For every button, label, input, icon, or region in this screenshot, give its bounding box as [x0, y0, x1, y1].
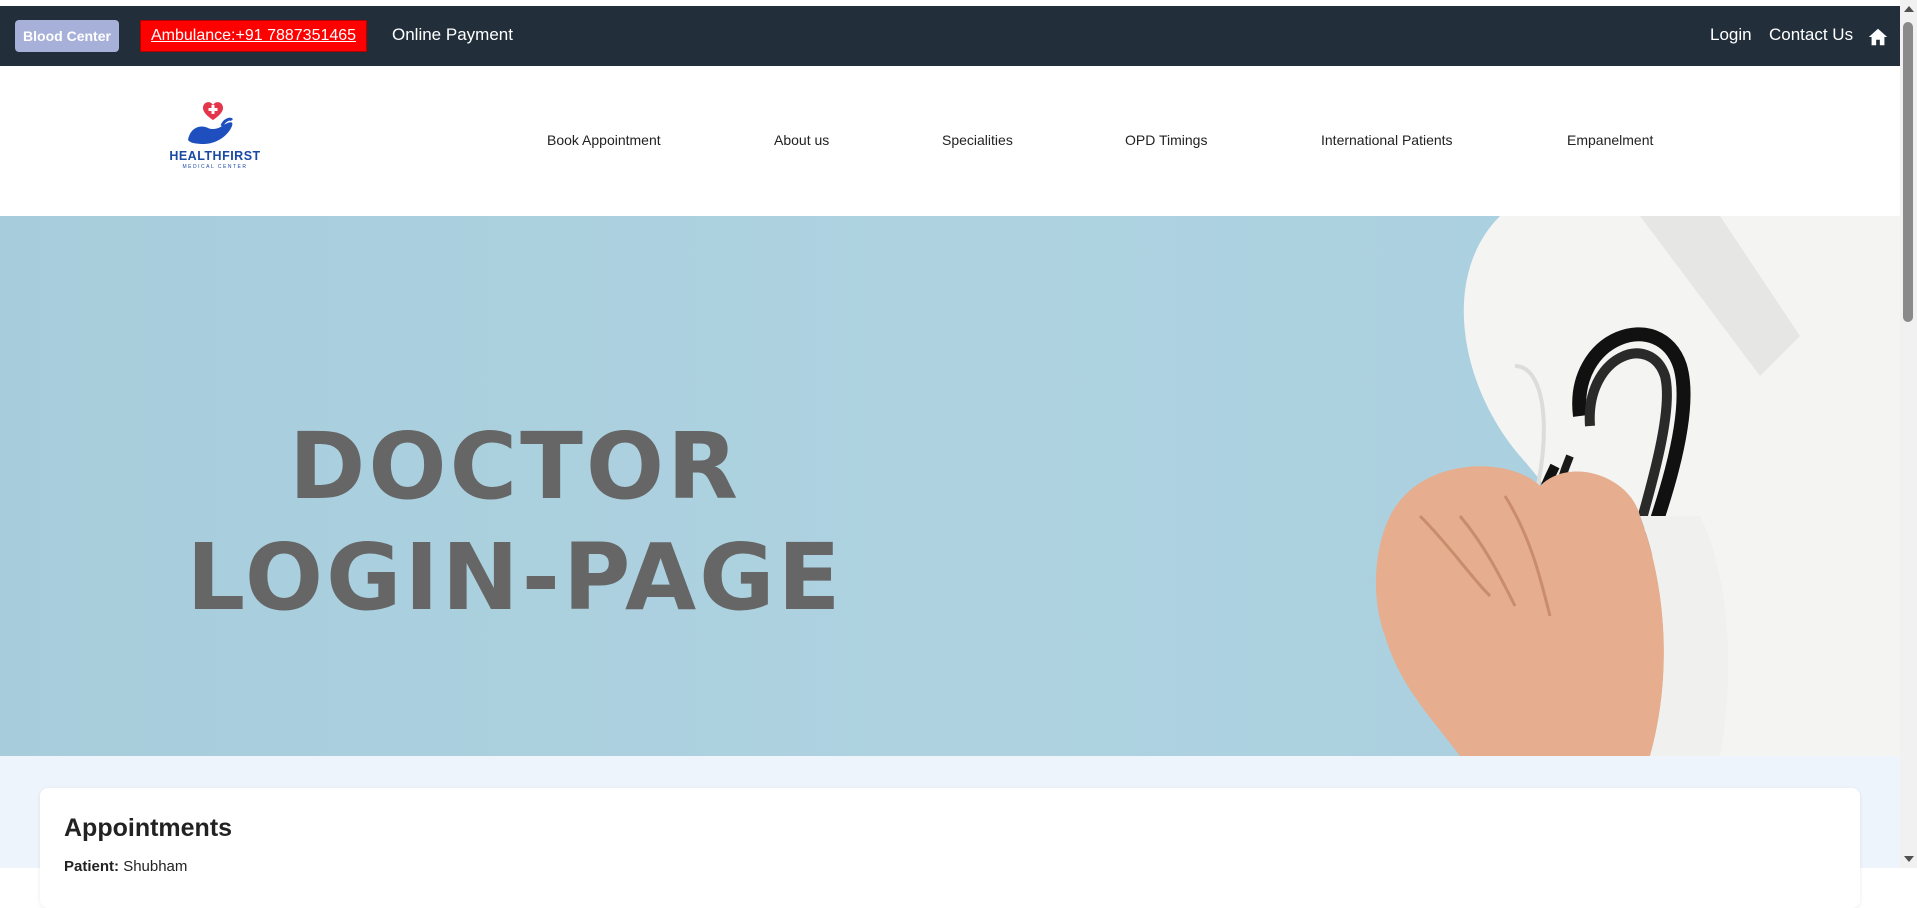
- scroll-up-arrow-icon[interactable]: [1904, 6, 1914, 12]
- appointments-title: Appointments: [64, 814, 233, 842]
- healthfirst-logo[interactable]: HEALTHFIRST MEDICAL CENTER: [160, 98, 270, 176]
- nav-book-appointment[interactable]: Book Appointment: [547, 132, 661, 148]
- vertical-scrollbar[interactable]: [1900, 0, 1917, 868]
- login-link[interactable]: Login: [1710, 25, 1752, 45]
- doctor-stethoscope-image: [1375, 216, 1900, 756]
- logo-name: HEALTHFIRST: [169, 149, 261, 163]
- patient-label: Patient:: [64, 858, 120, 875]
- ambulance-link[interactable]: Ambulance:+91 7887351465: [139, 20, 368, 52]
- hero-title-line1: DOCTOR: [289, 413, 741, 520]
- appointments-section: Appointments Patient: Shubham: [0, 756, 1900, 908]
- main-navbar: HEALTHFIRST MEDICAL CENTER Book Appointm…: [0, 66, 1900, 216]
- blood-center-button[interactable]: Blood Center: [15, 20, 119, 52]
- hero-title-line2: LOGIN-PAGE: [186, 524, 844, 631]
- hero-banner: DOCTOR LOGIN-PAGE: [0, 216, 1900, 756]
- nav-opd-timings[interactable]: OPD Timings: [1125, 132, 1207, 148]
- patient-row: Patient: Shubham: [64, 858, 187, 875]
- nav-empanelment[interactable]: Empanelment: [1567, 132, 1653, 148]
- logo-subtitle: MEDICAL CENTER: [182, 164, 248, 170]
- top-bar: Blood Center Ambulance:+91 7887351465 On…: [0, 6, 1900, 66]
- patient-value: Shubham: [123, 858, 188, 875]
- heart-hand-icon: [188, 102, 234, 144]
- nav-international-patients[interactable]: International Patients: [1321, 132, 1453, 148]
- scroll-down-arrow-icon[interactable]: [1904, 856, 1914, 862]
- appointments-card: Appointments Patient: Shubham: [40, 788, 1860, 908]
- home-icon[interactable]: [1867, 26, 1889, 48]
- scroll-thumb[interactable]: [1903, 22, 1913, 322]
- online-payment-link[interactable]: Online Payment: [392, 25, 513, 45]
- contact-us-link[interactable]: Contact Us: [1769, 25, 1853, 45]
- nav-about-us[interactable]: About us: [774, 132, 829, 148]
- nav-specialities[interactable]: Specialities: [942, 132, 1013, 148]
